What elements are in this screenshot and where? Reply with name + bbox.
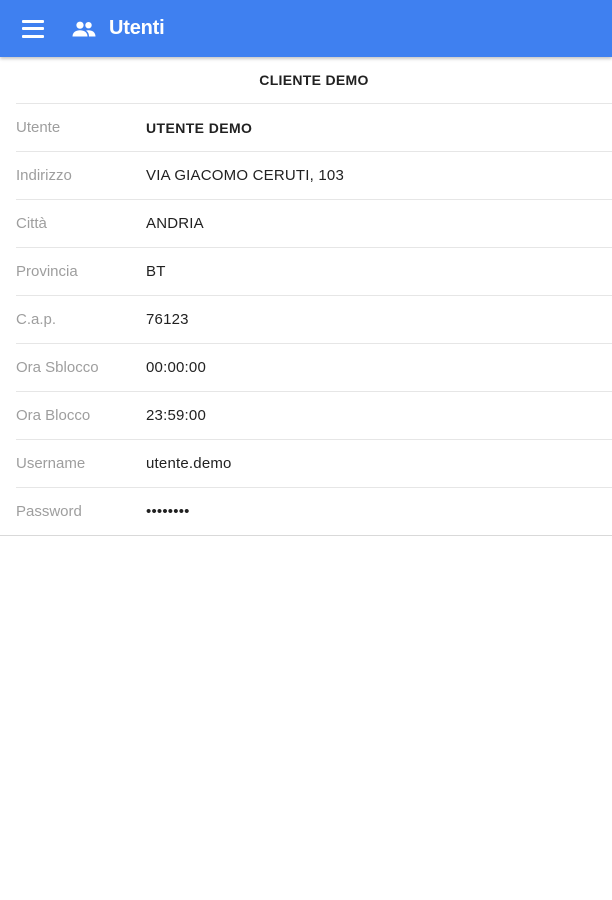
detail-label: C.a.p. [16, 311, 57, 328]
detail-list: Utente UTENTE DEMO Indirizzo VIA GIACOMO… [0, 104, 612, 536]
detail-label: Utente [16, 119, 61, 136]
detail-value: VIA GIACOMO CERUTI, 103 [146, 167, 344, 184]
detail-label: Password [16, 503, 82, 520]
detail-label: Indirizzo [16, 167, 72, 184]
detail-value: ANDRIA [146, 215, 204, 232]
detail-label: Username [16, 455, 86, 472]
app-bar: Utenti [0, 0, 612, 57]
detail-value: utente.demo [146, 455, 232, 472]
detail-row-indirizzo: Indirizzo VIA GIACOMO CERUTI, 103 [16, 152, 612, 200]
detail-row-password: Password •••••••• [0, 488, 612, 536]
detail-value: BT [146, 263, 166, 280]
client-detail: CLIENTE DEMO Utente UTENTE DEMO Indirizz… [0, 57, 612, 536]
detail-row-utente: Utente UTENTE DEMO [16, 104, 612, 152]
detail-value: 00:00:00 [146, 359, 206, 376]
detail-value: •••••••• [146, 503, 190, 520]
detail-label: Ora Blocco [16, 407, 91, 424]
detail-row-ora-sblocco: Ora Sblocco 00:00:00 [16, 344, 612, 392]
detail-row-provincia: Provincia BT [16, 248, 612, 296]
detail-value: UTENTE DEMO [146, 119, 253, 136]
page-title: Utenti [109, 17, 165, 39]
detail-row-cap: C.a.p. 76123 [16, 296, 612, 344]
detail-value: 76123 [146, 311, 189, 328]
people-icon [72, 19, 98, 39]
detail-label: Ora Sblocco [16, 359, 99, 376]
detail-label: Provincia [16, 263, 78, 280]
detail-label: Città [16, 215, 47, 232]
detail-row-username: Username utente.demo [16, 440, 612, 488]
detail-value: 23:59:00 [146, 407, 206, 424]
detail-row-citta: Città ANDRIA [16, 200, 612, 248]
hamburger-menu-icon[interactable] [22, 19, 44, 38]
client-name-header: CLIENTE DEMO [16, 57, 612, 104]
detail-row-ora-blocco: Ora Blocco 23:59:00 [16, 392, 612, 440]
app-screen: Utenti CLIENTE DEMO Utente UTENTE DEMO I… [0, 0, 612, 900]
